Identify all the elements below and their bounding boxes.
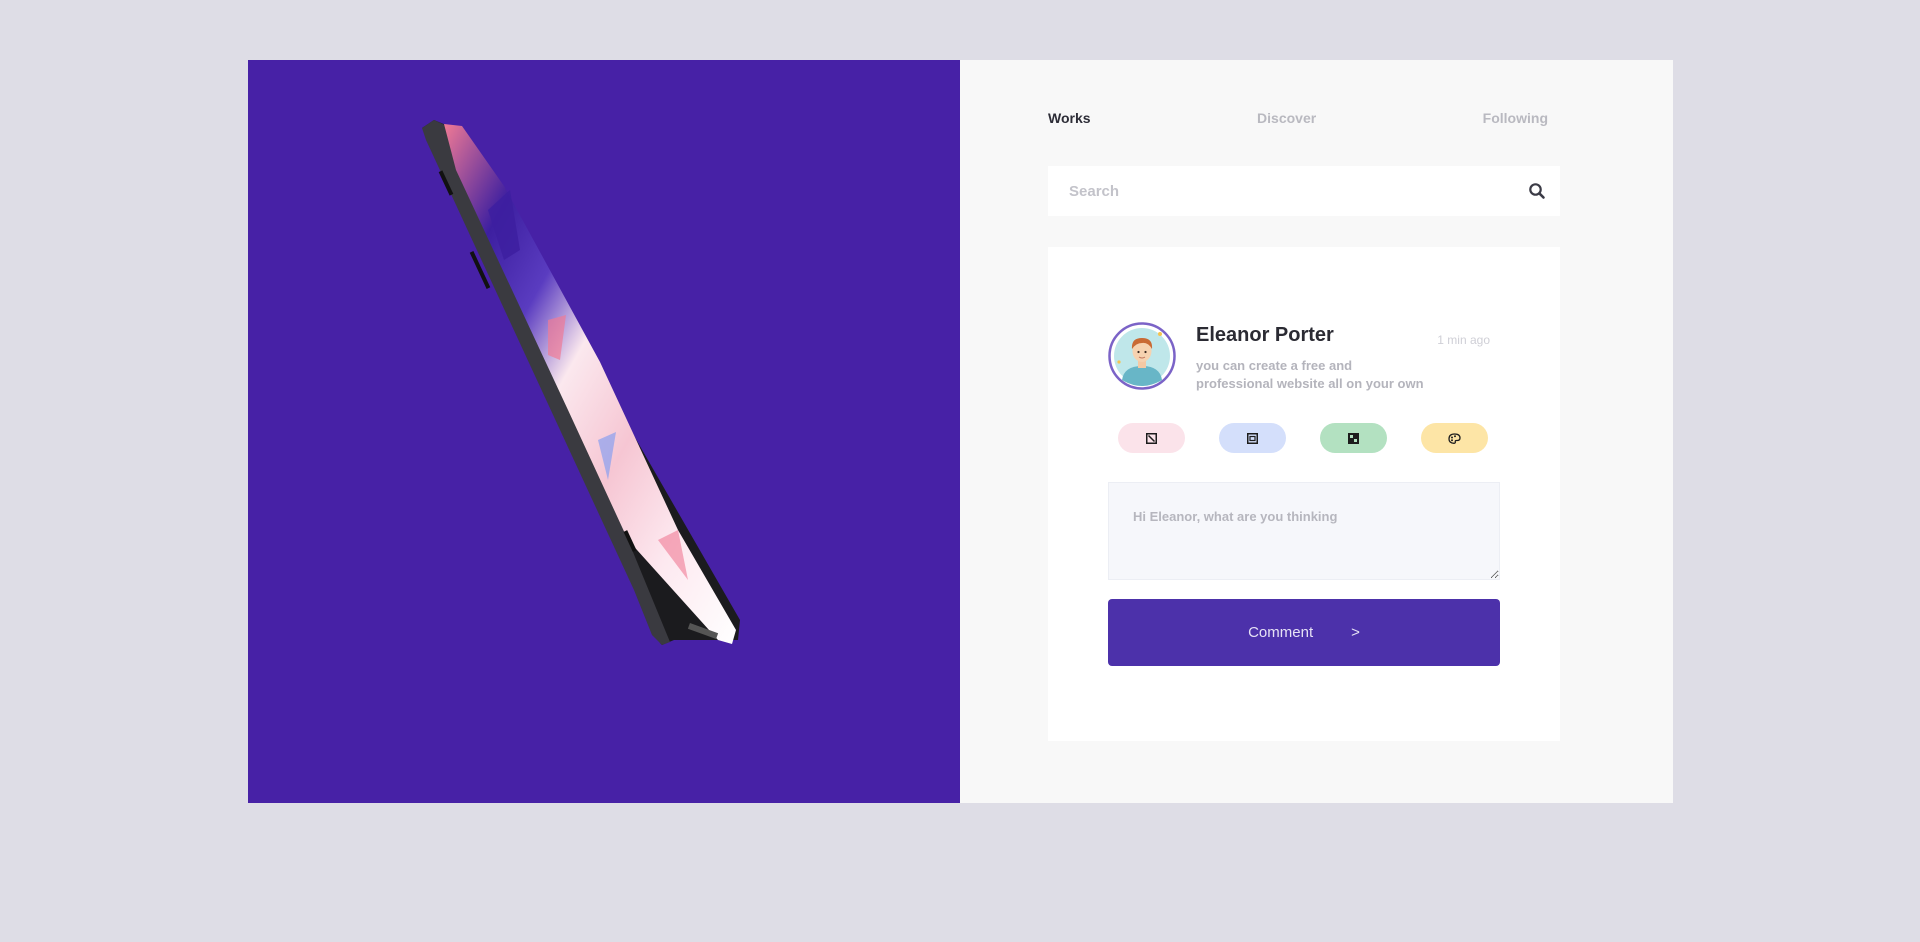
hero-panel — [248, 60, 960, 803]
search-input[interactable] — [1069, 182, 1528, 200]
image-button[interactable] — [1118, 423, 1185, 453]
author-name[interactable]: Eleanor Porter — [1196, 324, 1334, 347]
nav-following[interactable]: Following — [1483, 110, 1548, 126]
arrow-right-icon: > — [1351, 624, 1360, 641]
grid-icon — [1348, 432, 1359, 444]
author-description: you can create a free and professional w… — [1196, 358, 1424, 391]
post-card: Eleanor Porter 1 min ago you can create … — [1048, 247, 1560, 741]
grid-button[interactable] — [1320, 423, 1387, 453]
frame-button[interactable] — [1219, 423, 1286, 453]
phone-mockup-image — [422, 120, 740, 645]
comment-button[interactable]: Comment > — [1108, 599, 1500, 666]
palette-icon — [1448, 432, 1461, 444]
attachment-actions — [1118, 423, 1488, 453]
search-icon[interactable] — [1528, 182, 1546, 200]
nav-discover[interactable]: Discover — [1257, 110, 1316, 126]
app-frame: Works Discover Following Search Eleanor … — [248, 60, 1673, 803]
image-icon — [1146, 432, 1157, 444]
frame-icon — [1247, 432, 1258, 444]
comment-textarea[interactable] — [1108, 482, 1500, 580]
avatar[interactable] — [1108, 322, 1176, 390]
content-panel: Works Discover Following Search Eleanor … — [960, 60, 1673, 803]
post-timestamp: 1 min ago — [1437, 333, 1490, 347]
search-bar — [1048, 166, 1560, 216]
top-nav: Works Discover Following — [1048, 110, 1548, 126]
nav-works[interactable]: Works — [1048, 110, 1091, 126]
palette-button[interactable] — [1421, 423, 1488, 453]
comment-button-label: Comment — [1248, 624, 1314, 641]
